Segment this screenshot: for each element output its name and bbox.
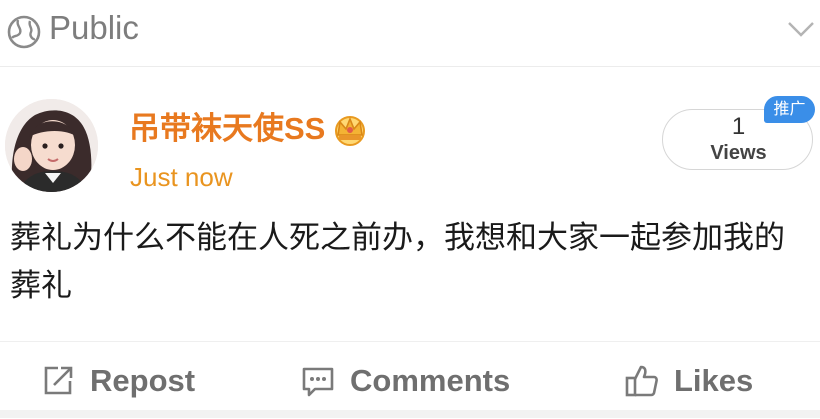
crown-icon [335, 116, 366, 146]
repost-icon [44, 366, 73, 394]
post-content: 葬礼为什么不能在人死之前办，我想和大家一起参加我的葬礼 [10, 220, 785, 304]
globe-icon [7, 15, 41, 49]
post-timestamp: Just now [130, 162, 233, 192]
repost-label: Repost [90, 362, 196, 398]
author-name[interactable]: 吊带袜天使SS [129, 109, 325, 149]
chevron-down-icon[interactable] [786, 18, 816, 40]
avatar[interactable] [5, 99, 98, 192]
views-label: Views [710, 142, 767, 164]
feed-separator [0, 410, 820, 418]
comments-label: Comments [350, 362, 511, 398]
action-bar: Repost Comments Likes [0, 341, 820, 419]
likes-label: Likes [674, 362, 754, 398]
comment-icon [302, 367, 334, 396]
likes-button[interactable]: Likes [624, 342, 753, 419]
author-row: 吊带袜天使SS [129, 107, 369, 151]
visibility-label: Public [49, 9, 139, 46]
repost-button[interactable]: Repost [40, 342, 195, 419]
post-visibility-bar: Public [0, 0, 820, 67]
thumbs-up-icon [625, 365, 658, 396]
promo-tag[interactable]: 推广 [764, 96, 815, 123]
comments-button[interactable]: Comments [300, 342, 510, 419]
